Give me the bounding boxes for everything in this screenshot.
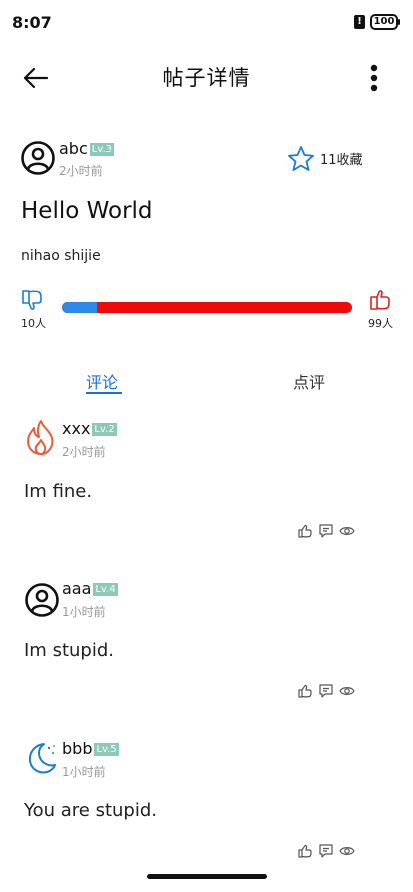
comment-like-button[interactable] bbox=[297, 683, 313, 703]
favorite-count: 11收藏 bbox=[320, 153, 363, 168]
eye-icon bbox=[339, 527, 355, 535]
comment-item: bbb Lv.5 1小时前 You are stupid. bbox=[0, 735, 413, 875]
comment-item: aaa Lv.4 1小时前 Im stupid. bbox=[0, 575, 413, 715]
dislike-count: 10人 bbox=[21, 317, 46, 330]
like-count: 99人 bbox=[368, 317, 393, 330]
status-bar: 8:07 ! 100 bbox=[0, 0, 413, 44]
comment-avatar[interactable] bbox=[24, 739, 60, 781]
comment-item: xxx Lv.2 2小时前 Im fine. bbox=[0, 415, 413, 555]
sim-alert-icon: ! bbox=[354, 15, 365, 29]
comment-time: 1小时前 bbox=[62, 605, 106, 619]
comment-like-button[interactable] bbox=[297, 843, 313, 863]
tab-reviews[interactable]: 点评 bbox=[293, 369, 325, 393]
dislike-button[interactable] bbox=[20, 288, 44, 316]
post-author-name[interactable]: abc bbox=[59, 139, 88, 158]
comment-icon bbox=[319, 844, 333, 858]
comment-views-button[interactable] bbox=[339, 843, 355, 863]
home-indicator[interactable] bbox=[147, 874, 267, 879]
fire-icon bbox=[27, 420, 54, 455]
post-author-line: abc Lv.3 bbox=[59, 139, 115, 158]
thumbs-up-icon bbox=[298, 524, 312, 538]
comment-user-line: aaa Lv.4 bbox=[62, 579, 118, 598]
tab-underline bbox=[86, 392, 122, 394]
eye-icon bbox=[339, 687, 355, 695]
user-circle-icon bbox=[21, 141, 55, 175]
like-button[interactable] bbox=[368, 288, 392, 316]
comment-time: 1小时前 bbox=[62, 765, 106, 779]
post-author-avatar[interactable] bbox=[20, 140, 56, 180]
moon-icon bbox=[28, 743, 56, 774]
comment-user[interactable]: xxx bbox=[62, 419, 90, 438]
comment-like-button[interactable] bbox=[297, 523, 313, 543]
post-title: Hello World bbox=[21, 198, 153, 224]
comment-reply-button[interactable] bbox=[318, 683, 334, 703]
vote-ratio-fill bbox=[62, 302, 97, 313]
comment-icon bbox=[319, 684, 333, 698]
star-icon bbox=[288, 146, 314, 171]
thumbs-up-icon bbox=[298, 844, 312, 858]
comment-text: You are stupid. bbox=[24, 800, 157, 821]
comment-icon bbox=[319, 524, 333, 538]
thumbs-up-icon bbox=[370, 290, 390, 310]
thumbs-up-icon bbox=[298, 684, 312, 698]
more-vertical-icon bbox=[370, 64, 378, 92]
post-body: nihao shijie bbox=[21, 248, 101, 264]
battery-level: 100 bbox=[373, 16, 395, 27]
vote-ratio-bar bbox=[62, 302, 352, 313]
eye-icon bbox=[339, 847, 355, 855]
battery-icon: 100 bbox=[370, 14, 398, 30]
page-title: 帖子详情 bbox=[162, 66, 251, 90]
post-author-level: Lv.3 bbox=[89, 143, 115, 156]
comment-text: Im fine. bbox=[24, 481, 93, 502]
comment-user-line: bbb Lv.5 bbox=[62, 739, 119, 758]
comment-level: Lv.2 bbox=[92, 423, 117, 436]
comment-level: Lv.4 bbox=[93, 583, 118, 596]
more-button[interactable] bbox=[364, 62, 384, 96]
post-time: 2小时前 bbox=[59, 164, 103, 178]
comment-avatar[interactable] bbox=[24, 582, 60, 622]
comment-views-button[interactable] bbox=[339, 683, 355, 703]
comment-level: Lv.5 bbox=[94, 743, 119, 756]
comment-user[interactable]: aaa bbox=[62, 579, 91, 598]
battery-cap bbox=[398, 19, 400, 25]
comment-user[interactable]: bbb bbox=[62, 739, 92, 758]
tab-comments[interactable]: 评论 bbox=[86, 369, 118, 393]
comment-user-line: xxx Lv.2 bbox=[62, 419, 117, 438]
comment-views-button[interactable] bbox=[339, 523, 355, 543]
comment-avatar[interactable] bbox=[24, 419, 58, 461]
favorite-button[interactable] bbox=[286, 144, 316, 174]
comment-reply-button[interactable] bbox=[318, 843, 334, 863]
status-time: 8:07 bbox=[12, 13, 52, 32]
comment-time: 2小时前 bbox=[62, 445, 106, 459]
thumbs-down-icon bbox=[22, 290, 42, 310]
comment-reply-button[interactable] bbox=[318, 523, 334, 543]
comment-text: Im stupid. bbox=[24, 640, 114, 661]
user-circle-icon bbox=[25, 583, 59, 617]
